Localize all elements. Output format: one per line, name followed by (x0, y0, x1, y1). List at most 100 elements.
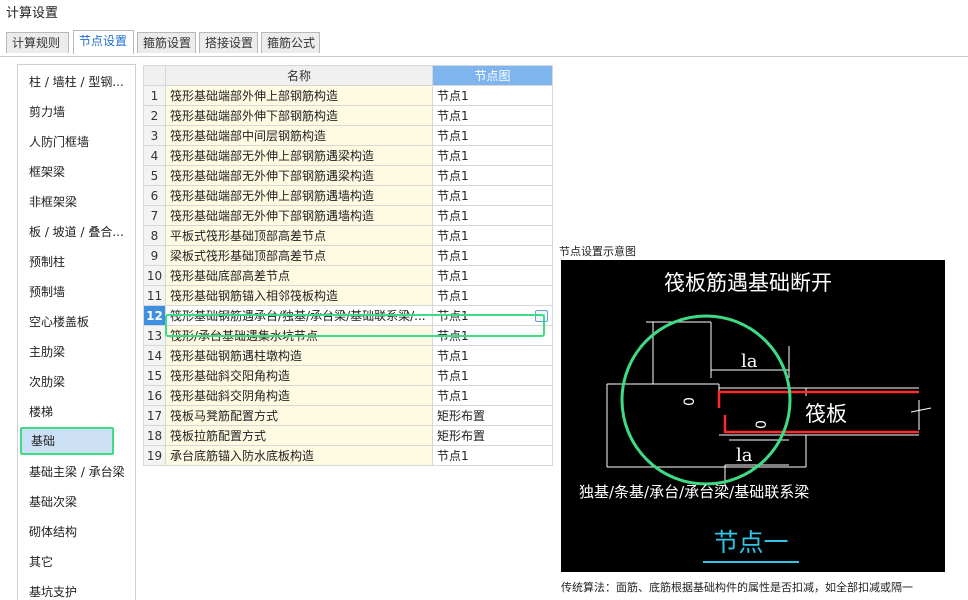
sidebar-item-slab-ramp[interactable]: 板 / 坡道 / 叠合... (18, 218, 135, 246)
row-node[interactable]: 节点1 (432, 225, 553, 246)
sidebar-item-main-rib-beam[interactable]: 主肋梁 (18, 338, 135, 366)
algorithm-description: 传统算法：面筋、底筋根据基础构件的属性是否扣减，如全部扣减或隔一 (561, 581, 913, 594)
row-name[interactable]: 承台底筋锚入防水底板构造 (165, 445, 433, 466)
row-node[interactable]: 节点1 (432, 285, 553, 306)
row-node[interactable]: 矩形布置 (432, 405, 553, 426)
column-header-index (143, 65, 166, 86)
row-node[interactable]: 节点1 (432, 165, 553, 186)
row-name[interactable]: 筏形基础端部中间层钢筋构造 (165, 125, 433, 146)
row-number: 12 (143, 305, 166, 326)
sidebar-item-stairs[interactable]: 楼梯 (18, 398, 135, 426)
slab-label: 筏板 (805, 402, 847, 426)
row-number: 15 (143, 365, 166, 386)
table-row: 5 筏形基础端部无外伸下部钢筋遇梁构造 节点1 (143, 165, 553, 186)
table-row: 11 筏形基础钢筋锚入相邻筏板构造 节点1 (143, 285, 553, 306)
node-browse-button[interactable]: ··· (535, 310, 548, 322)
row-number: 5 (143, 165, 166, 186)
row-name[interactable]: 筏形基础斜交阴角构造 (165, 385, 433, 406)
table-row: 16 筏形基础斜交阴角构造 节点1 (143, 385, 553, 406)
sidebar-item-frame-beam[interactable]: 框架梁 (18, 158, 135, 186)
row-name[interactable]: 筏板拉筋配置方式 (165, 425, 433, 446)
table-row: 2 筏形基础端部外伸下部钢筋构造 节点1 (143, 105, 553, 126)
sidebar-item-precast-column[interactable]: 预制柱 (18, 248, 135, 276)
tab-node-settings[interactable]: 节点设置 (73, 30, 134, 54)
row-number: 7 (143, 205, 166, 226)
column-header-node[interactable]: 节点图 (432, 65, 553, 86)
row-node[interactable]: 节点1 (432, 85, 553, 106)
row-name[interactable]: 筏形基础端部无外伸上部钢筋遇墙构造 (165, 185, 433, 206)
row-node[interactable]: 节点1 (432, 105, 553, 126)
row-node[interactable]: 节点1 (432, 205, 553, 226)
row-number: 16 (143, 385, 166, 406)
sidebar-item-shear-wall[interactable]: 剪力墙 (18, 98, 135, 126)
row-name[interactable]: 平板式筏形基础顶部高差节点 (165, 225, 433, 246)
column-header-name[interactable]: 名称 (165, 65, 433, 86)
row-node[interactable]: 节点1 (432, 245, 553, 266)
window-title: 计算设置 (6, 6, 59, 21)
dimension-zero-right: 0 (754, 420, 770, 429)
row-number: 17 (143, 405, 166, 426)
foundation-outline (606, 383, 807, 468)
row-name[interactable]: 筏形基础端部无外伸下部钢筋遇梁构造 (165, 165, 433, 186)
row-node[interactable]: 节点1 (432, 145, 553, 166)
row-number: 14 (143, 345, 166, 366)
row-node[interactable]: 节点1 (432, 365, 553, 386)
tab-stirrup-settings[interactable]: 箍筋设置 (137, 32, 196, 53)
dimension-zero-left: 0 (682, 397, 698, 406)
row-node[interactable]: 节点1 (432, 385, 553, 406)
row-node[interactable]: 节点1 (432, 125, 553, 146)
row-number: 1 (143, 85, 166, 106)
row-name[interactable]: 筏形基础钢筋遇承台/独基/承台梁/基础联系梁/... (165, 305, 433, 326)
table-row: 14 筏形基础钢筋遇柱墩构造 节点1 (143, 345, 553, 366)
sidebar-item-pit-support[interactable]: 基坑支护 (18, 578, 135, 600)
row-node[interactable]: 节点1 (432, 325, 553, 346)
node-settings-table: 名称 节点图 1 筏形基础端部外伸上部钢筋构造 节点1 2 筏形基础端部外伸下部钢筋构… (143, 65, 553, 466)
row-name[interactable]: 筏形基础钢筋锚入相邻筏板构造 (165, 285, 433, 306)
row-number: 6 (143, 185, 166, 206)
row-name[interactable]: 筏形基础端部外伸上部钢筋构造 (165, 85, 433, 106)
row-node[interactable]: 节点1 (432, 345, 553, 366)
row-number: 18 (143, 425, 166, 446)
row-name[interactable]: 筏形基础端部外伸下部钢筋构造 (165, 105, 433, 126)
diagram-title: 筏板筋遇基础断开 (664, 271, 832, 295)
sidebar-item-non-frame-beam[interactable]: 非框架梁 (18, 188, 135, 216)
row-node[interactable]: 节点1 (432, 445, 553, 466)
table-row: 7 筏形基础端部无外伸下部钢筋遇墙构造 节点1 (143, 205, 553, 226)
sidebar-item-foundation[interactable]: 基础 (20, 427, 114, 455)
sidebar-item-civil-defense-door-frame[interactable]: 人防门框墙 (18, 128, 135, 156)
tab-stirrup-formula[interactable]: 箍筋公式 (261, 32, 320, 53)
sidebar-item-foundation-main-beam[interactable]: 基础主梁 / 承台梁 (18, 458, 135, 486)
table-row: 13 筏形/承台基础遇集水坑节点 节点1 (143, 325, 553, 346)
tab-lap-settings[interactable]: 搭接设置 (199, 32, 258, 53)
row-name[interactable]: 筏形基础底部高差节点 (165, 265, 433, 286)
row-number: 10 (143, 265, 166, 286)
sidebar-item-masonry[interactable]: 砌体结构 (18, 518, 135, 546)
row-name[interactable]: 筏板马凳筋配置方式 (165, 405, 433, 426)
sidebar-item-secondary-rib-beam[interactable]: 次肋梁 (18, 368, 135, 396)
row-name[interactable]: 筏形基础钢筋遇柱墩构造 (165, 345, 433, 366)
row-number: 3 (143, 125, 166, 146)
row-node[interactable]: 节点1 (432, 265, 553, 286)
table-row: 9 梁板式筏形基础顶部高差节点 节点1 (143, 245, 553, 266)
row-name[interactable]: 筏形基础端部无外伸上部钢筋遇梁构造 (165, 145, 433, 166)
row-number: 19 (143, 445, 166, 466)
tab-calc-rules[interactable]: 计算规则 (6, 32, 69, 53)
sidebar-item-precast-wall[interactable]: 预制墙 (18, 278, 135, 306)
table-row: 18 筏板拉筋配置方式 矩形布置 (143, 425, 553, 446)
row-name[interactable]: 筏形基础斜交阳角构造 (165, 365, 433, 386)
sidebar-item-other[interactable]: 其它 (18, 548, 135, 576)
row-name[interactable]: 梁板式筏形基础顶部高差节点 (165, 245, 433, 266)
table-row: 19 承台底筋锚入防水底板构造 节点1 (143, 445, 553, 466)
row-node[interactable]: 矩形布置 (432, 425, 553, 446)
sidebar-item-hollow-floor-slab[interactable]: 空心楼盖板 (18, 308, 135, 336)
row-number: 8 (143, 225, 166, 246)
row-name[interactable]: 筏形基础端部无外伸下部钢筋遇墙构造 (165, 205, 433, 226)
row-node-editor[interactable]: 节点1 ··· (432, 305, 553, 326)
sidebar-item-column[interactable]: 柱 / 墙柱 / 型钢... (18, 68, 135, 96)
row-node[interactable]: 节点1 (432, 185, 553, 206)
row-number: 13 (143, 325, 166, 346)
row-name[interactable]: 筏形/承台基础遇集水坑节点 (165, 325, 433, 346)
row-number: 2 (143, 105, 166, 126)
sidebar-item-foundation-secondary-beam[interactable]: 基础次梁 (18, 488, 135, 516)
dimension-la-bottom: la (736, 445, 753, 466)
